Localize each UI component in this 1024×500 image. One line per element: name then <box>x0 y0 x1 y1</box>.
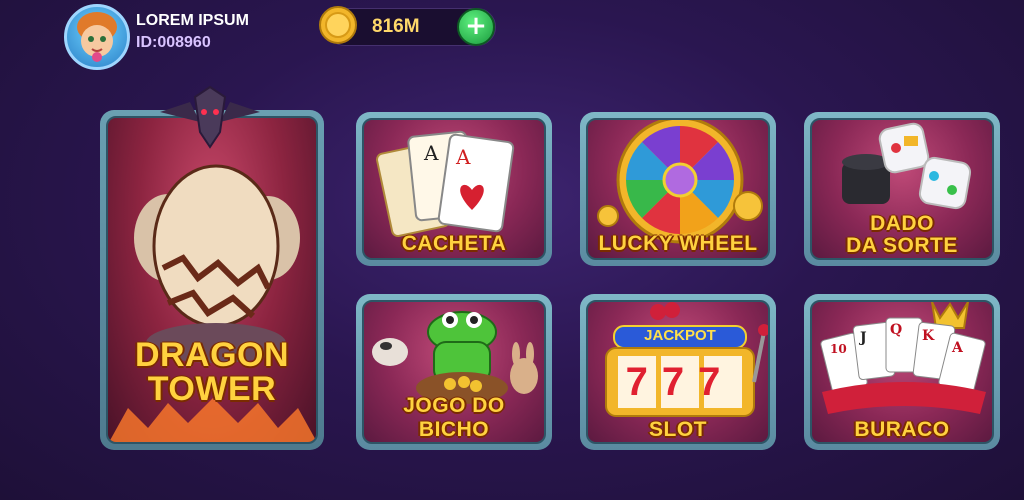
player-name: LOREM IPSUM <box>136 12 249 29</box>
game-tile-jogo-do-bicho[interactable]: JOGO DO BICHO <box>356 294 552 450</box>
dragon-tower-title-line2: TOWER <box>147 370 277 408</box>
svg-text:A: A <box>423 141 439 165</box>
game-tile-dado-da-sorte[interactable]: DADO DA SORTE <box>804 112 1000 266</box>
game-tile-slot[interactable]: JACKPOT 777 SLOT <box>580 294 776 450</box>
buraco-card-k: K <box>922 328 935 344</box>
dado-title-line2: DA SORTE <box>846 234 958 257</box>
dragon-head-icon <box>160 85 260 149</box>
slot-reels: 777 <box>625 360 735 404</box>
player-id: ID:008960 <box>136 34 211 51</box>
game-tile-lucky-wheel[interactable]: LUCKY WHEEL <box>580 112 776 266</box>
jackpot-banner: JACKPOT <box>644 327 716 344</box>
buraco-card-a: A <box>952 340 963 356</box>
balance-value: 816M <box>372 16 420 37</box>
jogo-do-bicho-title-line1: JOGO DO <box>403 394 505 417</box>
svg-text:A: A <box>455 145 471 169</box>
buraco-card-q: Q <box>890 322 903 338</box>
add-coins-button[interactable]: + <box>457 8 495 46</box>
buraco-card-j: J <box>860 330 867 346</box>
player-avatar[interactable] <box>64 4 130 70</box>
lucky-wheel-title: LUCKY WHEEL <box>598 232 758 255</box>
game-tile-buraco[interactable]: 10 J Q K A BURACO <box>804 294 1000 450</box>
avatar-face-icon <box>77 12 117 62</box>
dado-title-line1: DADO <box>870 212 934 235</box>
game-tile-dragon-tower[interactable]: DRAGON TOWER <box>100 110 324 450</box>
buraco-card-10: 10 <box>830 342 847 356</box>
buraco-title: BURACO <box>854 418 950 441</box>
coin-icon <box>319 6 357 44</box>
slot-title: SLOT <box>649 418 707 441</box>
cacheta-title: CACHETA <box>401 232 507 255</box>
jogo-do-bicho-title-line2: BICHO <box>418 418 490 441</box>
game-tile-cacheta[interactable]: A A CACHETA <box>356 112 552 266</box>
dragon-tower-title-line1: DRAGON <box>134 336 290 374</box>
